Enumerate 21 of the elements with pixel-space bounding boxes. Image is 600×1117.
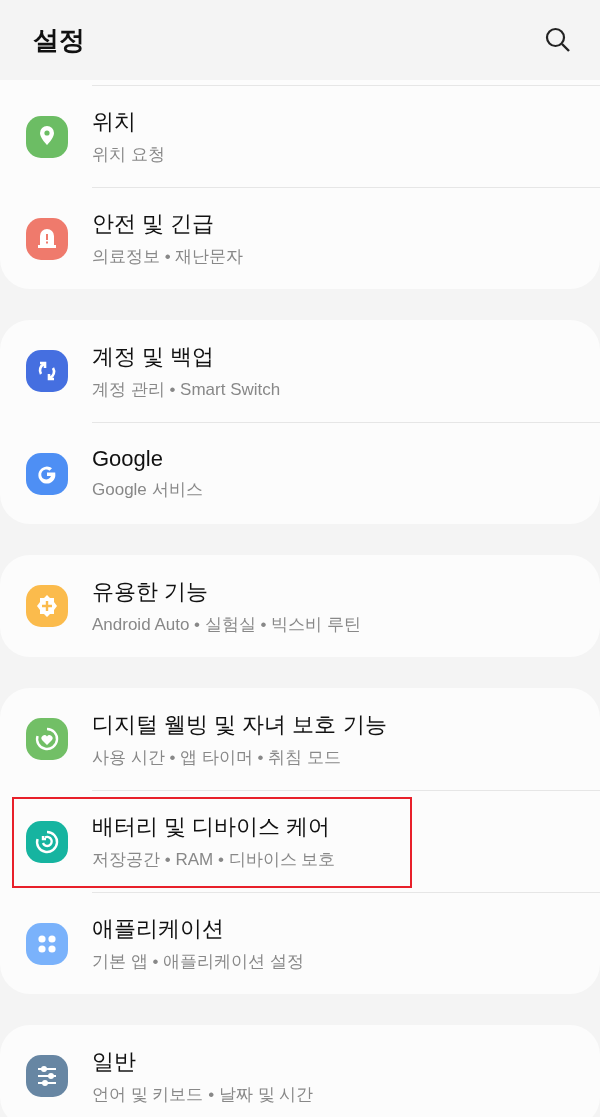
setting-subtitle: 저장공간 • RAM • 디바이스 보호 — [92, 849, 336, 871]
setting-title[interactable]: Google — [92, 446, 203, 472]
page-title: 설정 — [33, 23, 85, 57]
setting-title[interactable]: 일반 — [92, 1046, 314, 1077]
setting-title[interactable]: 계정 및 백업 — [92, 341, 281, 372]
setting-title[interactable]: 디지털 웰빙 및 자녀 보호 기능 — [92, 709, 387, 740]
setting-title[interactable]: 배터리 및 디바이스 케어 — [92, 812, 336, 842]
setting-title[interactable]: 애플리케이션 — [92, 914, 304, 944]
setting-title[interactable]: 위치 — [92, 107, 165, 137]
setting-title[interactable]: 안전 및 긴급 — [92, 209, 244, 239]
search-icon — [544, 26, 572, 54]
search-button[interactable] — [544, 26, 572, 54]
setting-subtitle: Android Auto • 실험실 • 빅스비 루틴 — [92, 613, 361, 636]
setting-subtitle: 의료정보 • 재난문자 — [92, 246, 244, 268]
setting-subtitle: 위치 요청 — [92, 144, 165, 166]
setting-subtitle: 사용 시간 • 앱 타이머 • 취침 모드 — [92, 746, 342, 769]
setting-subtitle: 계정 관리 • Smart Switch — [92, 378, 281, 401]
setting-title[interactable]: 유용한 기능 — [92, 576, 361, 607]
setting-subtitle: 언어 및 키보드 • 날짜 및 시간 — [92, 1083, 314, 1106]
setting-subtitle: 기본 앱 • 애플리케이션 설정 — [92, 951, 304, 973]
setting-subtitle: Google 서비스 — [92, 479, 203, 501]
